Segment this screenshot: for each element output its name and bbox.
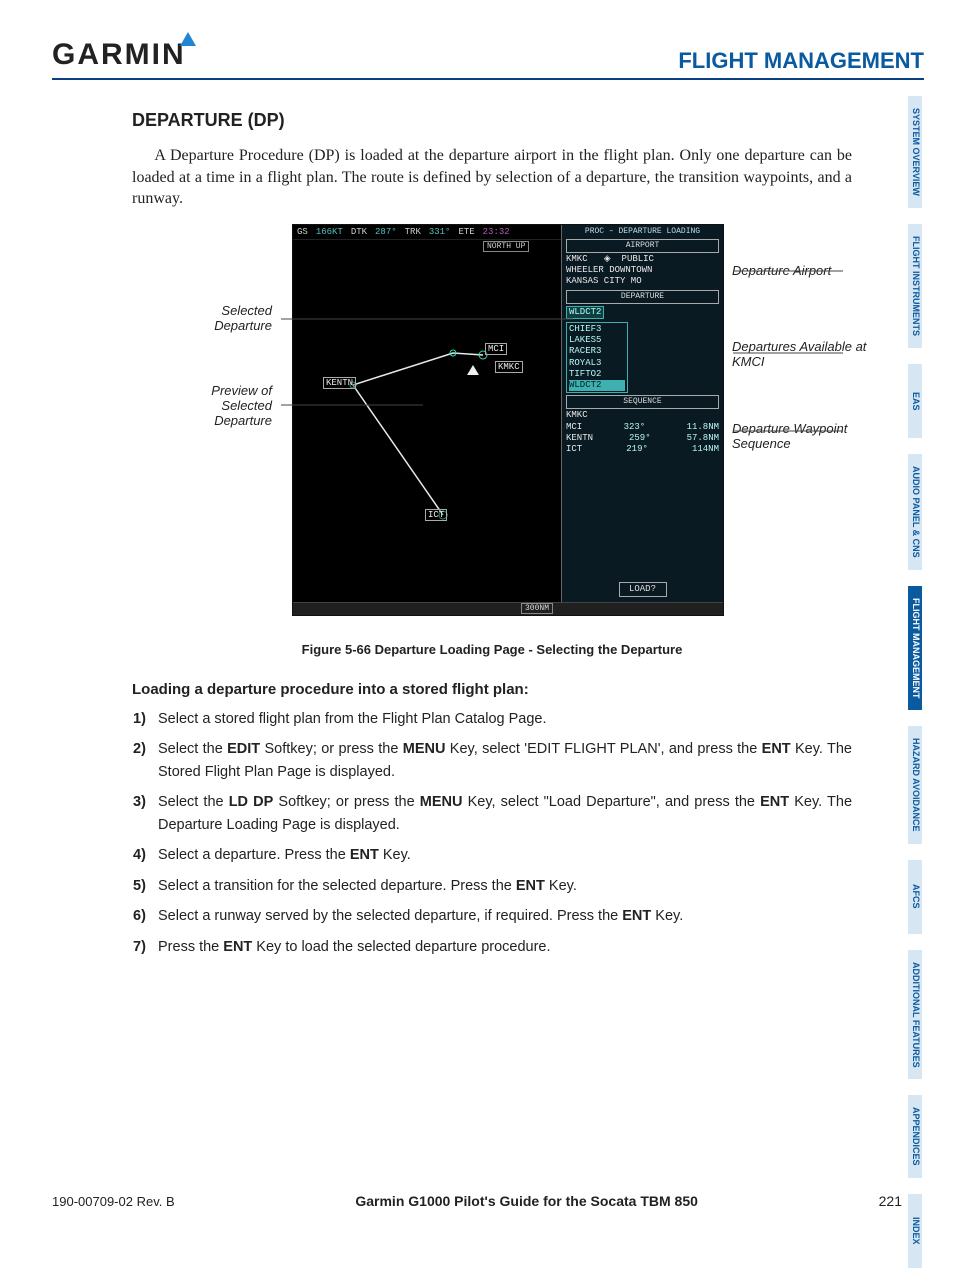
g1000-screen: GS 166KT DTK 287° TRK 331° ETE 23:32 NOR… bbox=[292, 224, 724, 616]
header-bar: GARMIN FLIGHT MANAGEMENT bbox=[52, 28, 924, 80]
page-number: 221 bbox=[879, 1193, 902, 1209]
leader-lines bbox=[173, 225, 873, 625]
step-4: Select a departure. Press the ENT Key. bbox=[154, 844, 852, 866]
step-2: Select the EDIT Softkey; or press the ME… bbox=[154, 738, 852, 783]
step-6: Select a runway served by the selected d… bbox=[154, 905, 852, 927]
page-heading: DEPARTURE (DP) bbox=[132, 110, 852, 131]
doc-revision: 190-00709-02 Rev. B bbox=[52, 1194, 175, 1209]
side-tabs: SYSTEM OVERVIEW FLIGHT INSTRUMENTS EAS A… bbox=[908, 96, 944, 1284]
step-3: Select the LD DP Softkey; or press the M… bbox=[154, 791, 852, 836]
figure-wrapper: Selected Departure Preview of Selected D… bbox=[172, 224, 812, 634]
tab-audio-cns[interactable]: AUDIO PANEL & CNS bbox=[908, 454, 922, 570]
section-title: FLIGHT MANAGEMENT bbox=[678, 48, 924, 74]
tab-flight-management[interactable]: FLIGHT MANAGEMENT bbox=[908, 586, 922, 711]
tab-appendices[interactable]: APPENDICES bbox=[908, 1095, 922, 1178]
step-1: Select a stored flight plan from the Fli… bbox=[154, 708, 852, 730]
step-5: Select a transition for the selected dep… bbox=[154, 875, 852, 897]
brand-text: GARMIN bbox=[52, 38, 186, 71]
figure-caption: Figure 5-66 Departure Loading Page - Sel… bbox=[132, 642, 852, 657]
procedure-steps: Select a stored flight plan from the Fli… bbox=[132, 708, 852, 958]
tab-flight-instruments[interactable]: FLIGHT INSTRUMENTS bbox=[908, 224, 922, 348]
page-content: DEPARTURE (DP) A Departure Procedure (DP… bbox=[132, 110, 852, 966]
page-footer: 190-00709-02 Rev. B Garmin G1000 Pilot's… bbox=[52, 1193, 902, 1209]
tab-system-overview[interactable]: SYSTEM OVERVIEW bbox=[908, 96, 922, 208]
step-7: Press the ENT Key to load the selected d… bbox=[154, 936, 852, 958]
intro-paragraph: A Departure Procedure (DP) is loaded at … bbox=[132, 145, 852, 210]
tab-hazard-avoidance[interactable]: HAZARD AVOIDANCE bbox=[908, 726, 922, 844]
tab-afcs[interactable]: AFCS bbox=[908, 860, 922, 934]
garmin-logo: GARMIN bbox=[52, 32, 196, 72]
procedure-heading: Loading a departure procedure into a sto… bbox=[132, 681, 852, 698]
garmin-triangle-icon bbox=[180, 32, 196, 46]
doc-title: Garmin G1000 Pilot's Guide for the Socat… bbox=[355, 1193, 698, 1209]
tab-index[interactable]: INDEX bbox=[908, 1194, 922, 1268]
tab-eas[interactable]: EAS bbox=[908, 364, 922, 438]
tab-additional-features[interactable]: ADDITIONAL FEATURES bbox=[908, 950, 922, 1080]
